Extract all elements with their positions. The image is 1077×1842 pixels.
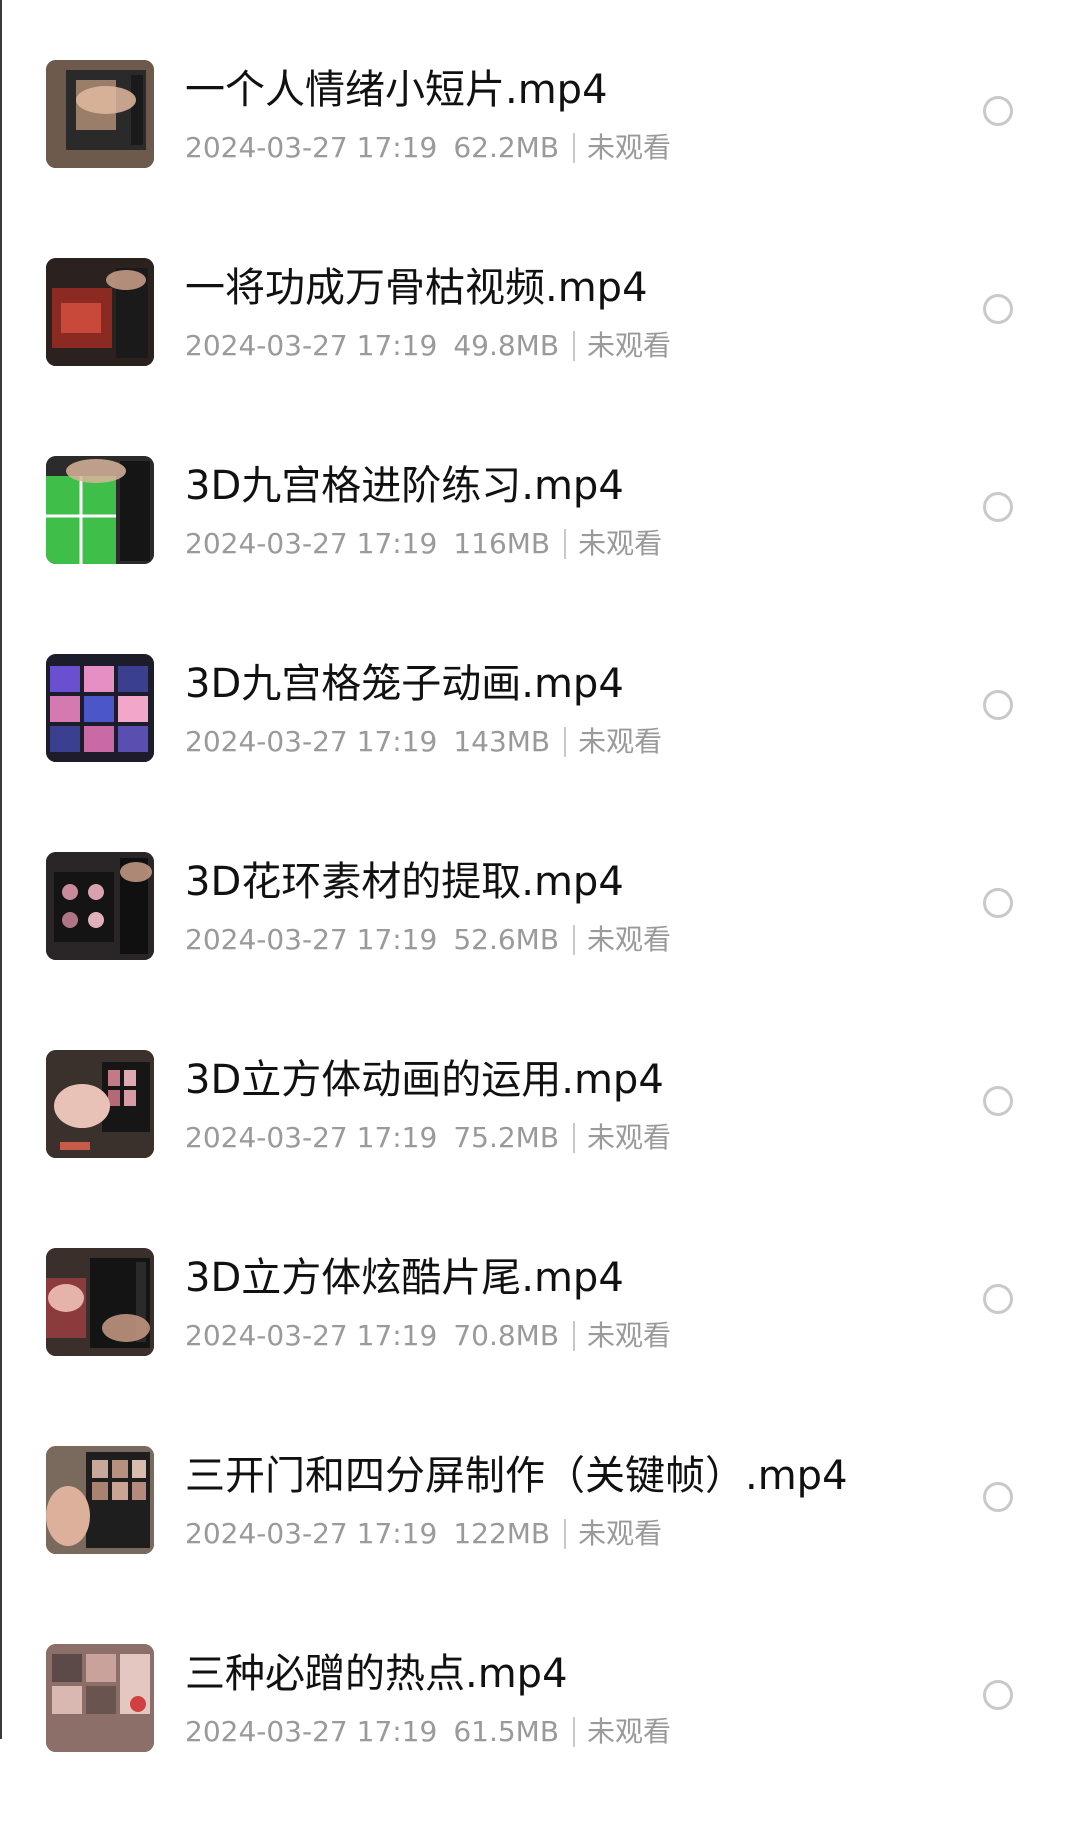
video-thumbnail: [46, 258, 154, 366]
list-item[interactable]: 三开门和四分屏制作（关键帧）.mp4 2024-03-27 17:19 122M…: [0, 1446, 1077, 1644]
video-thumbnail: [46, 1446, 154, 1554]
meta-divider: [573, 1321, 576, 1351]
watch-status: 未观看: [578, 1517, 663, 1550]
select-radio[interactable]: [983, 1086, 1013, 1116]
select-radio[interactable]: [983, 96, 1013, 126]
meta-divider: [573, 1717, 576, 1747]
meta-divider: [573, 133, 576, 163]
file-size: 70.8MB: [453, 1319, 560, 1352]
file-name: 三开门和四分屏制作（关键帧）.mp4: [185, 1453, 848, 1499]
file-name: 3D九宫格笼子动画.mp4: [185, 661, 624, 707]
select-radio[interactable]: [983, 888, 1013, 918]
file-size: 62.2MB: [453, 131, 560, 164]
video-thumbnail: [46, 456, 154, 564]
list-item[interactable]: 3D花环素材的提取.mp4 2024-03-27 17:19 52.6MB 未观…: [0, 852, 1077, 1050]
file-date: 2024-03-27 17:19: [185, 527, 438, 560]
meta-divider: [564, 529, 567, 559]
file-date: 2024-03-27 17:19: [185, 131, 438, 164]
file-size: 52.6MB: [453, 923, 560, 956]
file-name: 3D花环素材的提取.mp4: [185, 859, 624, 905]
video-thumbnail: [46, 1050, 154, 1158]
file-name: 一将功成万骨枯视频.mp4: [185, 265, 648, 311]
video-thumbnail: [46, 60, 154, 168]
file-date: 2024-03-27 17:19: [185, 1121, 438, 1154]
file-name: 一个人情绪小短片.mp4: [185, 67, 608, 113]
file-date: 2024-03-27 17:19: [185, 923, 438, 956]
list-item[interactable]: 3D立方体炫酷片尾.mp4 2024-03-27 17:19 70.8MB 未观…: [0, 1248, 1077, 1446]
file-meta: 2024-03-27 17:19 62.2MB 未观看: [185, 130, 671, 166]
watch-status: 未观看: [587, 1715, 672, 1748]
list-item[interactable]: 一个人情绪小短片.mp4 2024-03-27 17:19 62.2MB 未观看: [0, 60, 1077, 258]
file-size: 143MB: [453, 725, 551, 758]
file-meta: 2024-03-27 17:19 122MB 未观看: [185, 1516, 662, 1552]
watch-status: 未观看: [587, 923, 672, 956]
file-size: 61.5MB: [453, 1715, 560, 1748]
video-thumbnail: [46, 1248, 154, 1356]
watch-status: 未观看: [587, 1121, 672, 1154]
watch-status: 未观看: [578, 725, 663, 758]
file-meta: 2024-03-27 17:19 52.6MB 未观看: [185, 922, 671, 958]
file-date: 2024-03-27 17:19: [185, 725, 438, 758]
file-meta: 2024-03-27 17:19 75.2MB 未观看: [185, 1120, 671, 1156]
file-date: 2024-03-27 17:19: [185, 1715, 438, 1748]
file-meta: 2024-03-27 17:19 143MB 未观看: [185, 724, 662, 760]
file-meta: 2024-03-27 17:19 49.8MB 未观看: [185, 328, 671, 364]
list-item[interactable]: 一将功成万骨枯视频.mp4 2024-03-27 17:19 49.8MB 未观…: [0, 258, 1077, 456]
file-name: 3D立方体炫酷片尾.mp4: [185, 1255, 624, 1301]
select-radio[interactable]: [983, 492, 1013, 522]
meta-divider: [564, 727, 567, 757]
file-name: 3D九宫格进阶练习.mp4: [185, 463, 624, 509]
file-meta: 2024-03-27 17:19 61.5MB 未观看: [185, 1714, 671, 1750]
meta-divider: [564, 1519, 567, 1549]
select-radio[interactable]: [983, 1680, 1013, 1710]
meta-divider: [573, 1123, 576, 1153]
file-date: 2024-03-27 17:19: [185, 329, 438, 362]
list-item[interactable]: 3D九宫格笼子动画.mp4 2024-03-27 17:19 143MB 未观看: [0, 654, 1077, 852]
watch-status: 未观看: [587, 1319, 672, 1352]
file-size: 75.2MB: [453, 1121, 560, 1154]
watch-status: 未观看: [578, 527, 663, 560]
file-size: 116MB: [453, 527, 551, 560]
select-radio[interactable]: [983, 1482, 1013, 1512]
file-size: 49.8MB: [453, 329, 560, 362]
list-item[interactable]: 3D九宫格进阶练习.mp4 2024-03-27 17:19 116MB 未观看: [0, 456, 1077, 654]
file-size: 122MB: [453, 1517, 551, 1550]
file-date: 2024-03-27 17:19: [185, 1517, 438, 1550]
select-radio[interactable]: [983, 1284, 1013, 1314]
video-thumbnail: [46, 654, 154, 762]
watch-status: 未观看: [587, 329, 672, 362]
watch-status: 未观看: [587, 131, 672, 164]
meta-divider: [573, 925, 576, 955]
meta-divider: [573, 331, 576, 361]
file-meta: 2024-03-27 17:19 70.8MB 未观看: [185, 1318, 671, 1354]
file-name: 三种必蹭的热点.mp4: [185, 1651, 568, 1697]
file-name: 3D立方体动画的运用.mp4: [185, 1057, 664, 1103]
video-thumbnail: [46, 1644, 154, 1752]
video-thumbnail: [46, 852, 154, 960]
select-radio[interactable]: [983, 690, 1013, 720]
select-radio[interactable]: [983, 294, 1013, 324]
list-item[interactable]: 3D立方体动画的运用.mp4 2024-03-27 17:19 75.2MB 未…: [0, 1050, 1077, 1248]
file-date: 2024-03-27 17:19: [185, 1319, 438, 1352]
list-item[interactable]: 三种必蹭的热点.mp4 2024-03-27 17:19 61.5MB 未观看: [0, 1644, 1077, 1842]
file-meta: 2024-03-27 17:19 116MB 未观看: [185, 526, 662, 562]
